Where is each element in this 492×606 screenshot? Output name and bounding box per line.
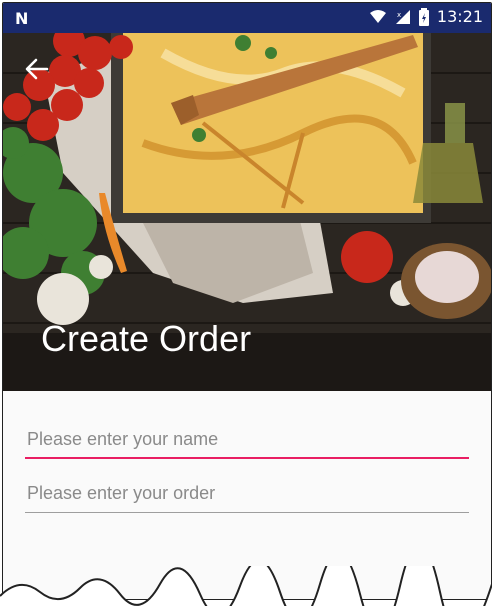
name-input-underline [25, 457, 469, 459]
battery-icon [418, 7, 429, 26]
order-input-underline [25, 512, 469, 513]
name-field [25, 421, 469, 459]
page-title: Create Order [41, 318, 252, 359]
back-arrow-icon[interactable] [23, 55, 51, 83]
app-window: N x 13:21 Create Order Please enter your… [2, 2, 492, 600]
name-input[interactable] [25, 421, 469, 457]
wifi-icon [369, 9, 386, 23]
clock: 13:21 [436, 7, 483, 26]
notification-icon: N [15, 9, 29, 28]
torn-edge-decoration [0, 566, 492, 606]
status-bar: N x 13:21 [3, 3, 491, 33]
signal-icon: x [395, 9, 410, 24]
order-field [25, 475, 469, 513]
svg-text:x: x [397, 11, 401, 19]
order-input[interactable] [25, 475, 469, 511]
